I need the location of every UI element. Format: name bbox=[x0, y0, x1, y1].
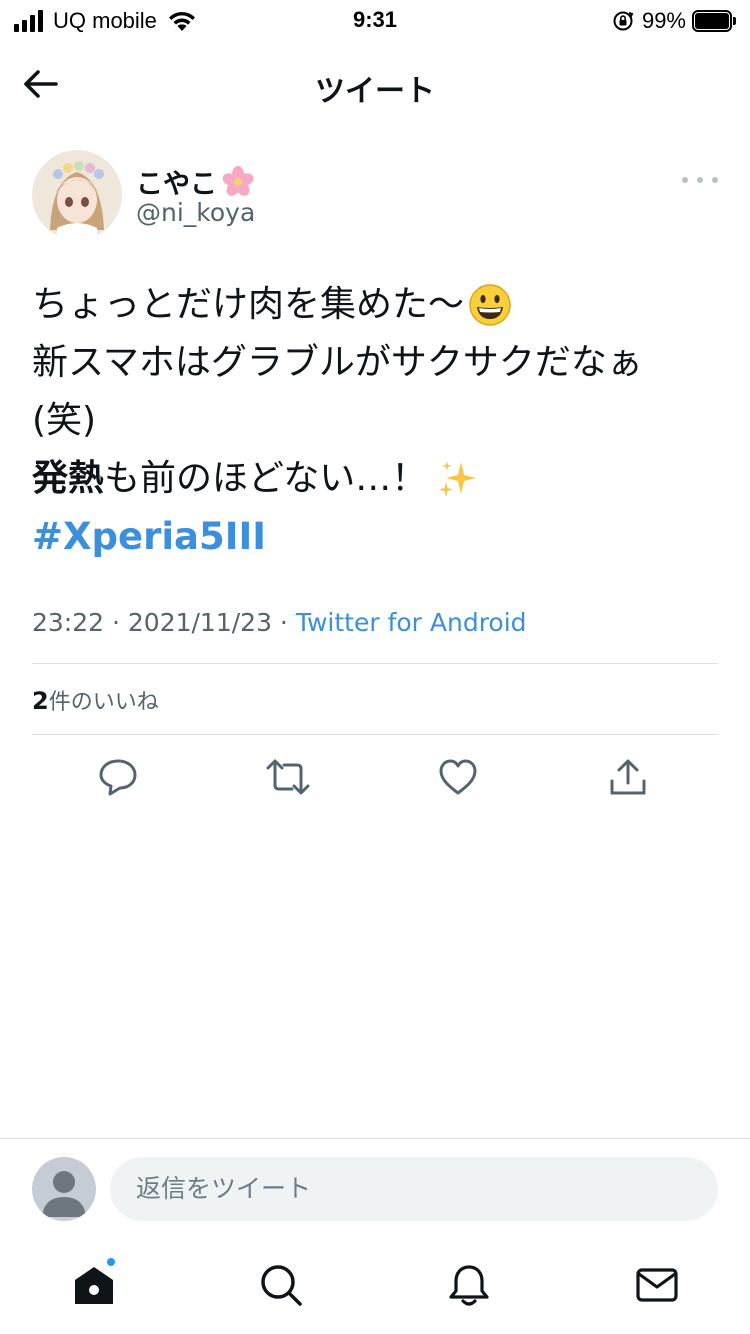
grinning-face-icon bbox=[469, 284, 511, 326]
top-header: ツイート bbox=[0, 48, 750, 120]
nav-messages[interactable] bbox=[632, 1260, 682, 1310]
tweet-actions bbox=[0, 752, 750, 802]
share-icon bbox=[610, 759, 646, 795]
messages-icon bbox=[636, 1268, 678, 1302]
hashtag-link[interactable]: #Xperia5III bbox=[32, 508, 266, 566]
reply-input[interactable]: 返信をツイート bbox=[110, 1157, 718, 1221]
battery-icon bbox=[692, 10, 736, 32]
tweet-text: ちょっとだけ肉を集めた〜 新スマホはグラブルがサクサクだなぁ (笑) 発熱 も前… bbox=[32, 276, 722, 566]
reply-button[interactable] bbox=[93, 752, 143, 802]
display-name[interactable]: こやこ bbox=[136, 162, 255, 201]
notifications-icon bbox=[449, 1265, 489, 1306]
avatar[interactable] bbox=[32, 1157, 96, 1221]
tweet-line: 新スマホはグラブルがサクサクだなぁ bbox=[32, 334, 722, 392]
tweet-line: (笑) bbox=[32, 392, 722, 450]
tweet-author: こやこ @ni_koya bbox=[32, 150, 722, 242]
status-bar: UQ mobile 9:31 99% bbox=[0, 0, 750, 40]
display-name-text: こやこ bbox=[136, 169, 217, 200]
tweet-line-4-bold: 発熱 bbox=[32, 458, 105, 499]
likes-number: 2 bbox=[32, 687, 49, 715]
tweet-line-1: ちょっとだけ肉を集めた〜 bbox=[32, 284, 465, 325]
share-button[interactable] bbox=[603, 752, 653, 802]
default-user-icon bbox=[42, 1171, 86, 1217]
tweet-line: ちょっとだけ肉を集めた〜 bbox=[32, 276, 722, 334]
retweet-button[interactable] bbox=[263, 752, 313, 802]
divider bbox=[32, 734, 718, 735]
reply-icon bbox=[99, 759, 137, 796]
meta-separator: · bbox=[104, 608, 128, 637]
reply-bar: 返信をツイート bbox=[0, 1138, 750, 1238]
likes-label: 件のいいね bbox=[48, 690, 159, 715]
notification-dot bbox=[105, 1256, 117, 1268]
tweet-line: 発熱 も前のほどない…！ bbox=[32, 450, 722, 508]
tweet-source-link[interactable]: Twitter for Android bbox=[296, 608, 527, 637]
cherry-blossom-icon bbox=[222, 165, 254, 196]
user-handle[interactable]: @ni_koya bbox=[136, 198, 255, 227]
divider bbox=[32, 663, 718, 664]
likes-count-link[interactable]: 2件のいいね bbox=[32, 684, 159, 716]
search-icon bbox=[261, 1265, 302, 1306]
nav-notifications[interactable] bbox=[444, 1260, 494, 1310]
home-icon bbox=[75, 1267, 113, 1304]
tweet-line-3: (笑) bbox=[32, 400, 97, 441]
nav-home[interactable] bbox=[69, 1256, 119, 1310]
more-horizontal-icon[interactable] bbox=[682, 170, 718, 190]
retweet-icon bbox=[266, 759, 310, 795]
like-button[interactable] bbox=[433, 752, 483, 802]
sparkles-icon bbox=[439, 461, 477, 497]
status-right: 99% bbox=[612, 8, 736, 34]
avatar[interactable] bbox=[32, 150, 122, 240]
tweet-line: #Xperia5III bbox=[32, 508, 722, 566]
tweet-line-4-rest: も前のほどない…！ bbox=[104, 458, 428, 499]
battery-percent: 99% bbox=[641, 8, 686, 33]
like-icon bbox=[439, 759, 477, 795]
nav-search[interactable] bbox=[256, 1260, 306, 1310]
tweet-line-2: 新スマホはグラブルがサクサクだなぁ bbox=[32, 342, 643, 383]
page-title: ツイート bbox=[315, 74, 435, 109]
tweet-time: 23:22 bbox=[32, 608, 105, 637]
tweet-date: 2021/11/23 bbox=[127, 608, 272, 637]
tweet-meta: 23:22 · 2021/11/23 · Twitter for Android bbox=[32, 608, 527, 637]
meta-separator: · bbox=[271, 608, 296, 637]
orientation-lock-icon bbox=[613, 11, 634, 31]
bottom-nav bbox=[0, 1244, 750, 1334]
